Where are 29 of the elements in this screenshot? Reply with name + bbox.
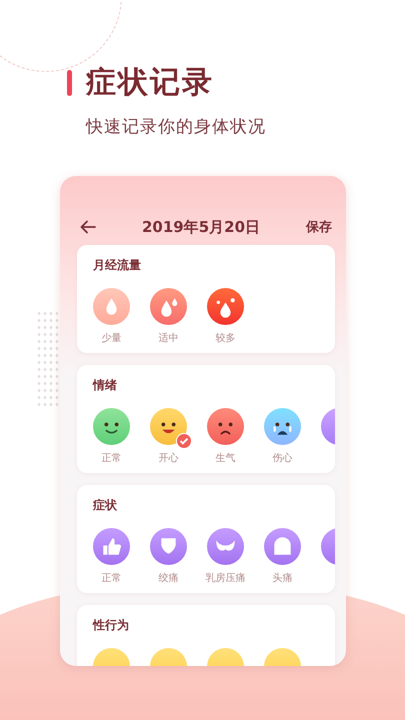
face-icon[interactable]: [150, 408, 187, 445]
section-title: 月经流量: [93, 257, 142, 274]
option-label: 较多: [216, 332, 236, 345]
section-title: 情绪: [93, 377, 118, 394]
option-label: 开心: [158, 452, 178, 465]
option-label: 绞痛: [158, 572, 178, 585]
option-label: 少量: [102, 332, 122, 345]
back-arrow-icon[interactable]: [80, 220, 96, 234]
face-icon[interactable]: [264, 408, 301, 445]
option-label: 正常: [102, 452, 122, 465]
accent-bar: [67, 70, 72, 96]
drop-icon[interactable]: [93, 288, 130, 325]
headline-title: 症状记录: [86, 64, 214, 102]
option-label: 乳房压痛: [206, 572, 246, 585]
option-label: 适中: [158, 332, 178, 345]
option-label: 伤心: [272, 452, 292, 465]
face-icon[interactable]: [93, 408, 130, 445]
headline-subtitle: 快速记录你的身体状况: [86, 116, 267, 138]
drop-icon[interactable]: [207, 288, 244, 325]
save-button[interactable]: 保存: [306, 218, 332, 236]
option-label: 生气: [216, 452, 236, 465]
check-badge-icon: [176, 433, 192, 449]
face-icon[interactable]: [207, 408, 244, 445]
option-label: 头痛: [272, 572, 292, 585]
option-label: 正常: [102, 572, 122, 585]
date-title: 2019年5月20日: [142, 218, 260, 236]
section-title: 症状: [93, 497, 118, 514]
drop-icon[interactable]: [150, 288, 187, 325]
section-title: 性行为: [93, 617, 130, 634]
